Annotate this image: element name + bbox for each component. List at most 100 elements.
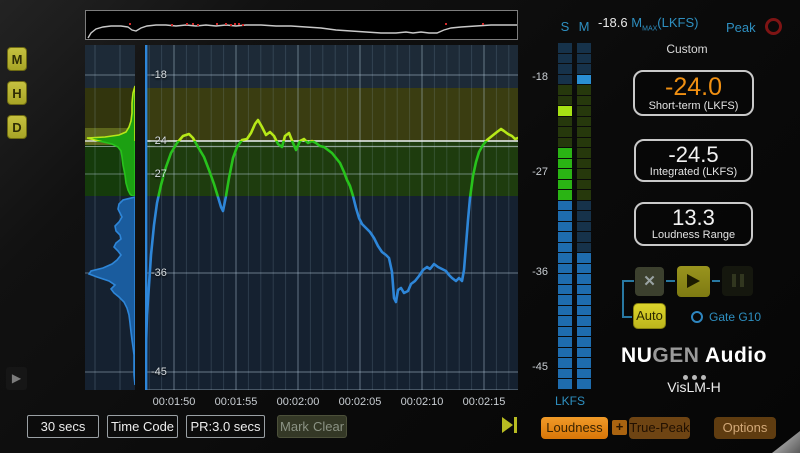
gate-label[interactable]: Gate G10	[709, 310, 761, 324]
momentary-meter-segment	[577, 169, 591, 179]
graph-db-label: -36	[151, 267, 167, 279]
graph-time-label: 00:01:50	[144, 396, 204, 408]
clear-button[interactable]: Clear	[311, 415, 347, 438]
meter-unit-label: LKFS	[548, 394, 592, 408]
short-term-meter-segment	[558, 117, 572, 127]
short-term-meter-segment	[558, 285, 572, 295]
momentary-view-button[interactable]: M	[7, 47, 27, 71]
distribution-histogram	[85, 45, 135, 390]
options-button[interactable]: Options	[714, 417, 776, 439]
momentary-meter-bar	[577, 43, 591, 390]
true-peak-tab-button[interactable]: True-Peak	[629, 417, 690, 439]
integrated-label: Integrated (LKFS)	[636, 166, 751, 178]
graph-window-length-button[interactable]: 30 secs	[27, 415, 99, 438]
short-term-meter-segment	[558, 222, 572, 232]
momentary-meter-segment	[577, 127, 591, 137]
short-term-readout-box[interactable]: -24.0 Short-term (LKFS)	[633, 70, 754, 116]
meter-db-label: -27	[524, 166, 548, 178]
practical-range-button[interactable]: PR:3.0 secs	[186, 415, 265, 438]
history-curve	[145, 45, 518, 390]
momentary-meter-segment	[577, 379, 591, 389]
momentary-meter-segment	[577, 243, 591, 253]
skip-to-end-icon[interactable]	[502, 416, 519, 434]
short-term-meter-segment	[558, 138, 572, 148]
short-term-meter-segment	[558, 327, 572, 337]
integrated-readout-box[interactable]: -24.5 Integrated (LKFS)	[634, 139, 753, 182]
resize-grip[interactable]	[772, 431, 800, 453]
gate-radio[interactable]	[691, 311, 703, 323]
short-term-meter-segment	[558, 253, 572, 263]
mmax-unit: (LKFS)	[657, 15, 698, 30]
momentary-meter-segment	[577, 148, 591, 158]
short-term-meter-segment	[558, 337, 572, 347]
history-view-button[interactable]: H	[7, 81, 27, 105]
short-term-meter-segment	[558, 169, 572, 179]
momentary-meter-segment	[577, 106, 591, 116]
short-term-meter-segment	[558, 295, 572, 305]
loudness-range-value: 13.3	[636, 206, 751, 229]
momentary-meter-segment	[577, 348, 591, 358]
collapse-panel-button[interactable]: ▶	[6, 367, 27, 390]
preset-name[interactable]: Custom	[637, 42, 737, 56]
short-term-meter-segment	[558, 243, 572, 253]
loudness-tab-button[interactable]: Loudness	[541, 417, 608, 439]
momentary-meter-segment	[577, 201, 591, 211]
time-mode-button[interactable]: Time Code	[107, 415, 178, 438]
short-term-meter-segment	[558, 85, 572, 95]
short-term-meter-segment	[558, 54, 572, 64]
meter-db-label: -36	[524, 266, 548, 278]
pause-button[interactable]	[722, 266, 753, 296]
momentary-meter-segment	[577, 264, 591, 274]
short-term-meter-segment	[558, 379, 572, 389]
auto-link-wire	[622, 280, 624, 318]
mmax-m: M	[631, 15, 642, 30]
short-term-meter-segment	[558, 316, 572, 326]
momentary-meter-segment	[577, 316, 591, 326]
momentary-column-label: M	[577, 19, 591, 34]
meter-db-label: -45	[524, 361, 548, 373]
play-button[interactable]	[677, 266, 710, 297]
momentary-meter-segment	[577, 295, 591, 305]
loudness-range-readout-box[interactable]: 13.3 Loudness Range	[634, 202, 753, 246]
momentary-meter-segment	[577, 211, 591, 221]
graph-db-label: -18	[151, 69, 167, 81]
auto-link-wire	[622, 280, 634, 282]
peak-label: Peak	[726, 20, 756, 35]
graph-db-label: -27	[151, 168, 167, 180]
short-term-meter-segment	[558, 180, 572, 190]
short-term-meter-segment	[558, 348, 572, 358]
short-term-meter-segment	[558, 96, 572, 106]
momentary-meter-segment	[577, 274, 591, 284]
add-view-button[interactable]: +	[612, 420, 627, 435]
momentary-meter-segment	[577, 222, 591, 232]
short-term-meter-segment	[558, 306, 572, 316]
mmax-value: -18.6	[598, 15, 628, 30]
loudness-history-graph[interactable]	[145, 45, 518, 390]
distribution-view-button[interactable]: D	[7, 115, 27, 139]
short-term-meter-segment	[558, 190, 572, 200]
short-term-meter-segment	[558, 159, 572, 169]
peak-indicator-lamp[interactable]	[765, 18, 782, 35]
mark-button[interactable]: Mark	[277, 415, 312, 438]
loudness-distribution-panel	[85, 45, 135, 390]
momentary-meter-segment	[577, 180, 591, 190]
graph-time-label: 00:02:15	[454, 396, 514, 408]
momentary-meter-segment	[577, 64, 591, 74]
momentary-meter-segment	[577, 369, 591, 379]
nugen-audio-logo: NUGEN Audio	[614, 344, 774, 368]
momentary-meter-segment	[577, 285, 591, 295]
short-term-meter-segment	[558, 211, 572, 221]
momentary-meter-segment	[577, 327, 591, 337]
graph-time-label: 00:02:05	[330, 396, 390, 408]
short-term-meter-segment	[558, 358, 572, 368]
momentary-meter-segment	[577, 54, 591, 64]
reset-button[interactable]: ✕	[635, 267, 664, 296]
auto-link-wire	[622, 316, 632, 318]
momentary-meter-segment	[577, 253, 591, 263]
short-term-meter-segment	[558, 43, 572, 53]
momentary-meter-segment	[577, 117, 591, 127]
loudness-overview-strip[interactable]	[85, 10, 518, 40]
momentary-meter-segment	[577, 190, 591, 200]
auto-button[interactable]: Auto	[633, 303, 666, 329]
short-term-label: Short-term (LKFS)	[635, 100, 752, 112]
